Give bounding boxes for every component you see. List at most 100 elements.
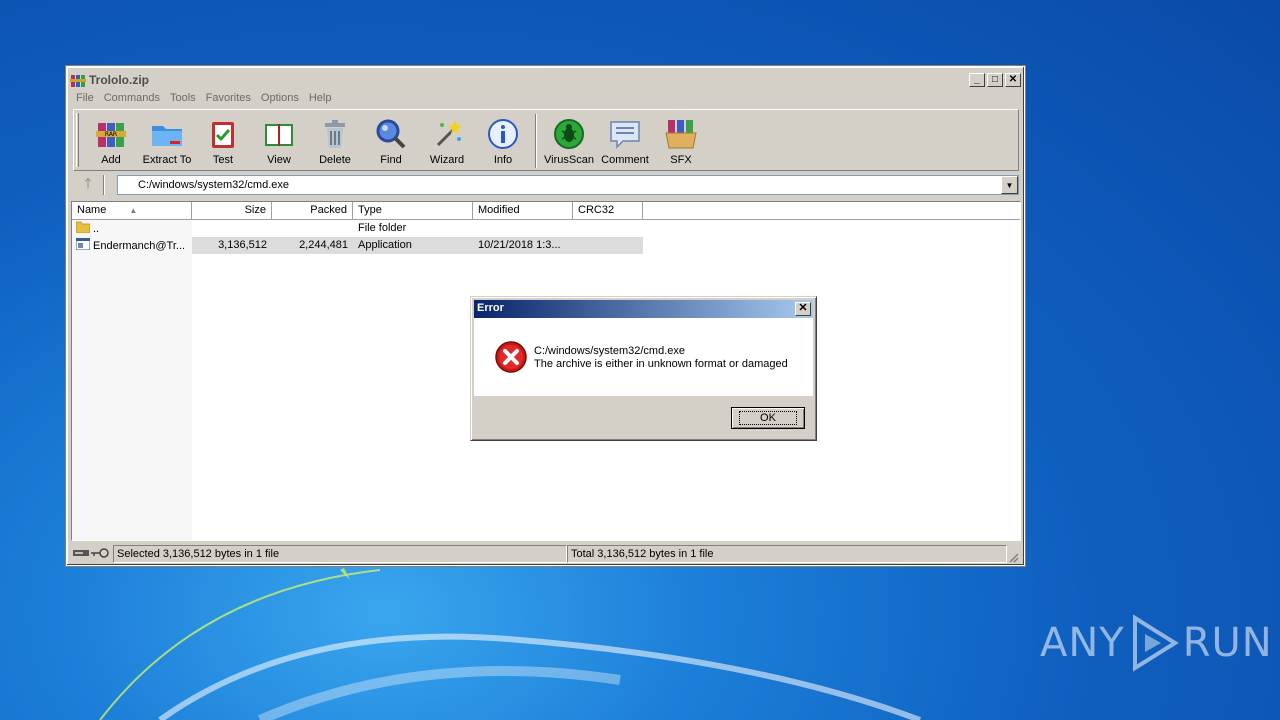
menu-favorites[interactable]: Favorites	[201, 90, 256, 108]
row-name: Endermanch@Tr...	[93, 239, 186, 252]
trash-icon	[317, 116, 353, 152]
test-button[interactable]: Test	[195, 110, 251, 168]
chevron-down-icon: ▼	[1005, 180, 1014, 190]
row-modified	[473, 220, 573, 237]
add-label: Add	[101, 154, 121, 166]
row-packed	[272, 220, 353, 237]
resize-grip-icon[interactable]	[1007, 545, 1021, 563]
name-column-background	[72, 220, 192, 540]
table-row[interactable]: .. File folder	[72, 220, 643, 237]
row-crc	[573, 237, 643, 254]
delete-label: Delete	[319, 154, 351, 166]
row-modified: 10/21/2018 1:3...	[473, 237, 573, 254]
add-archive-icon: RAR	[93, 116, 129, 152]
toolbar: RAR Add Extract To Test View Delete Find…	[73, 109, 1019, 171]
column-type[interactable]: Type	[353, 202, 473, 220]
maximize-button[interactable]: □	[987, 73, 1003, 87]
table-row[interactable]: Endermanch@Tr... 3,136,512 2,244,481 App…	[72, 237, 643, 254]
menu-options[interactable]: Options	[256, 90, 304, 108]
address-bar: 🡑 C:/windows/system32/cmd.exe ▼	[73, 173, 1019, 197]
status-selected: Selected 3,136,512 bytes in 1 file	[113, 545, 567, 563]
column-name[interactable]: Name ▲	[72, 202, 192, 220]
dialog-body: C:/windows/system32/cmd.exe The archive …	[474, 318, 813, 396]
extract-folder-icon	[149, 116, 185, 152]
column-size[interactable]: Size	[192, 202, 272, 220]
anyrun-watermark: ANY RUN	[1040, 608, 1272, 678]
close-button[interactable]: ✕	[1005, 73, 1021, 87]
address-dropdown-button[interactable]: ▼	[1001, 176, 1018, 194]
address-field[interactable]: C:/windows/system32/cmd.exe ▼	[117, 175, 1019, 195]
toolbar-grip[interactable]	[76, 113, 79, 167]
column-modified[interactable]: Modified	[473, 202, 573, 220]
row-name-cell: Endermanch@Tr...	[72, 237, 192, 254]
wizard-label: Wizard	[429, 154, 465, 166]
row-size: 3,136,512	[192, 237, 272, 254]
view-button[interactable]: View	[251, 110, 307, 168]
row-name-cell: ..	[72, 220, 192, 237]
column-packed[interactable]: Packed	[272, 202, 353, 220]
test-clipboard-icon	[205, 116, 241, 152]
ok-label: OK	[739, 411, 797, 425]
address-value: C:/windows/system32/cmd.exe	[138, 179, 289, 191]
row-type: Application	[353, 237, 473, 254]
row-type: File folder	[358, 222, 407, 234]
menu-help[interactable]: Help	[304, 90, 337, 108]
minimize-button[interactable]: _	[969, 73, 985, 87]
virusscan-button[interactable]: VirusScan	[541, 110, 597, 168]
row-name: ..	[93, 222, 100, 235]
dialog-title: Error	[477, 302, 504, 314]
drive-icon[interactable]	[73, 548, 89, 561]
status-total: Total 3,136,512 bytes in 1 file	[567, 545, 1007, 563]
sfx-label: SFX	[670, 154, 692, 166]
test-label: Test	[212, 154, 234, 166]
column-name-label: Name	[77, 204, 107, 216]
play-logo-icon	[1132, 614, 1179, 672]
wizard-button[interactable]: Wizard	[419, 110, 475, 168]
virus-scan-icon	[551, 116, 587, 152]
view-book-icon	[261, 116, 297, 152]
menu-file[interactable]: File	[71, 90, 99, 108]
find-button[interactable]: Find	[363, 110, 419, 168]
extract-to-label: Extract To	[142, 154, 192, 166]
comment-button[interactable]: Comment	[597, 110, 653, 168]
watermark-right: RUN	[1182, 620, 1273, 666]
error-icon	[494, 340, 528, 374]
dialog-message-text: The archive is either in unknown format …	[534, 358, 788, 370]
svg-text:RAR: RAR	[105, 131, 117, 138]
sfx-button[interactable]: SFX	[653, 110, 709, 168]
address-separator	[103, 175, 105, 195]
row-crc	[573, 220, 643, 237]
wand-icon	[429, 116, 465, 152]
column-crc32[interactable]: CRC32	[573, 202, 643, 220]
info-label: Info	[493, 154, 513, 166]
window-titlebar[interactable]: Trololo.zip _ □ ✕	[70, 70, 1021, 90]
dialog-close-button[interactable]: ✕	[795, 302, 811, 316]
virusscan-label: VirusScan	[544, 154, 594, 166]
row-packed: 2,244,481	[272, 237, 353, 254]
sort-ascending-icon: ▲	[129, 206, 138, 215]
delete-button[interactable]: Delete	[307, 110, 363, 168]
key-icon[interactable]	[91, 547, 109, 561]
toolbar-separator	[535, 114, 537, 168]
dialog-message: C:/windows/system32/cmd.exe The archive …	[534, 345, 788, 371]
window-title: Trololo.zip	[89, 73, 149, 87]
find-label: Find	[380, 154, 402, 166]
extract-to-button[interactable]: Extract To	[139, 110, 195, 168]
info-icon	[485, 116, 521, 152]
menu-tools[interactable]: Tools	[165, 90, 201, 108]
sfx-box-icon	[663, 116, 699, 152]
column-filler	[643, 202, 1020, 220]
add-button[interactable]: RAR Add	[83, 110, 139, 168]
menubar: File Commands Tools Favorites Options He…	[71, 90, 336, 108]
up-one-level-button[interactable]: 🡑	[73, 174, 103, 196]
menu-commands[interactable]: Commands	[99, 90, 165, 108]
dialog-message-path: C:/windows/system32/cmd.exe	[534, 345, 685, 357]
status-icons	[71, 545, 113, 563]
folder-up-icon	[75, 221, 91, 236]
view-label: View	[267, 154, 291, 166]
arrow-up-icon: 🡑	[84, 175, 92, 191]
ok-button[interactable]: OK	[731, 407, 805, 429]
info-button[interactable]: Info	[475, 110, 531, 168]
row-size	[192, 220, 272, 237]
dialog-titlebar[interactable]: Error ✕	[474, 300, 813, 318]
